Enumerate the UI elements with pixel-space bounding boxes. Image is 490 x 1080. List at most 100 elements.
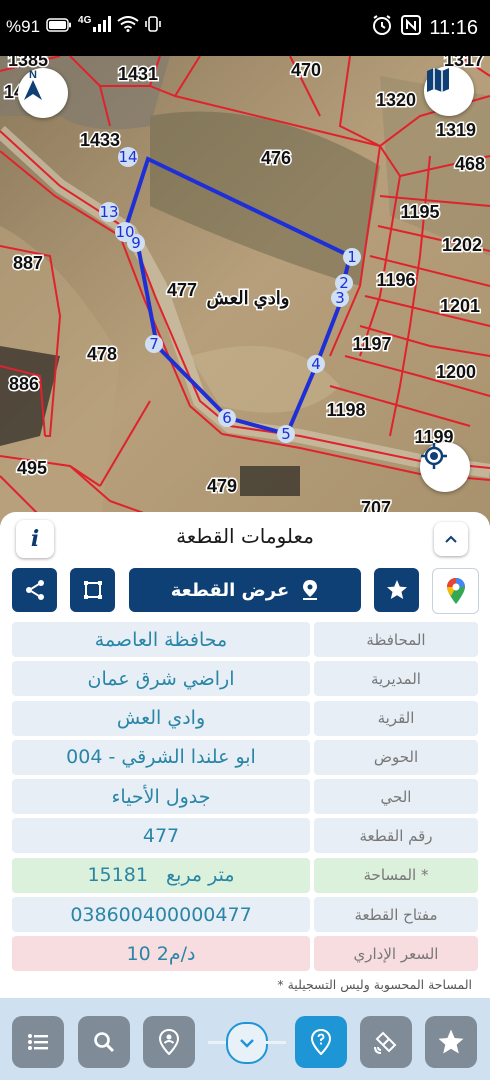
person-pin-icon (158, 1029, 180, 1055)
alarm-icon (371, 14, 393, 42)
search-icon (94, 1032, 115, 1053)
area-value: 15181 متر مربع (12, 857, 310, 893)
show-parcel-label: عرض القطعة (170, 579, 290, 601)
parcel-label: 1433 (80, 130, 120, 150)
parcel-label: 1197 (352, 334, 391, 354)
favorite-button[interactable] (374, 568, 419, 612)
parcel-label: 886 (9, 374, 39, 394)
bottom-toolbar (0, 998, 490, 1080)
list-icon (28, 1034, 48, 1050)
detail-row-governorate: محافظة العاصمة المحافظة (12, 622, 478, 657)
vertex-label: 13 (99, 203, 118, 221)
show-parcel-button[interactable]: عرض القطعة (129, 568, 361, 612)
area-footnote: * المساحة المحسوبة وليس التسجيلية (277, 977, 472, 992)
detail-row-basin: ابو علندا الشرقي - 004 الحوض (12, 739, 478, 775)
basin-value: ابو علندا الشرقي - 004 (12, 739, 310, 775)
divider (208, 1041, 226, 1044)
parcel-label: 478 (87, 344, 117, 364)
admin-price-value: 10 د/م2 (12, 936, 310, 972)
governorate-value: محافظة العاصمة (12, 622, 310, 657)
gps-target-icon (421, 443, 447, 469)
chevron-up-icon (445, 535, 457, 543)
vertex-label: 7 (149, 335, 159, 353)
parcel-label: 1195 (400, 202, 439, 222)
my-location-button[interactable] (420, 442, 470, 492)
vertex-label: 6 (222, 409, 232, 427)
detail-row-parcel-key: 038600400000477 مفتاح القطعة (12, 897, 478, 933)
parcel-label: 476 (261, 148, 291, 168)
home-star-icon (438, 1029, 464, 1054)
north-arrow-icon: N (24, 69, 42, 100)
map-layers-button[interactable] (424, 66, 474, 116)
nfc-icon (401, 15, 422, 41)
parcel-label: 1200 (436, 362, 476, 382)
battery-percent: %91 (6, 16, 41, 36)
admin-price-label: السعر الإداري (314, 936, 478, 972)
collapse-button[interactable] (434, 522, 468, 556)
parcel-label: 477 (167, 280, 197, 300)
detail-row-neighborhood: جدول الأحياء الحي (12, 779, 478, 815)
parcel-label: 1201 (440, 296, 480, 316)
expand-toggle-button[interactable] (226, 1022, 268, 1064)
search-button[interactable] (78, 1016, 130, 1068)
google-maps-button[interactable] (432, 568, 479, 614)
satellite-layer-button[interactable] (360, 1016, 412, 1068)
vertex-label: 1 (347, 248, 357, 266)
vertex-label: 3 (335, 289, 345, 307)
parcel-label: 1198 (326, 400, 365, 420)
nearby-button[interactable] (143, 1016, 195, 1068)
satellite-map[interactable]: 1 2 3 4 5 6 7 9 10 13 14 1385 14 1431 47… (0, 56, 490, 526)
help-pin-icon (310, 1029, 332, 1055)
directorate-label: المديرية (314, 661, 478, 697)
village-label: القرية (314, 700, 478, 736)
share-icon (25, 580, 44, 600)
clock: 11:16 (429, 16, 478, 39)
map-view[interactable]: 1 2 3 4 5 6 7 9 10 13 14 1385 14 1431 47… (0, 56, 490, 526)
satellite-icon (374, 1031, 397, 1054)
status-left: %91 4G (6, 15, 162, 37)
compass-button[interactable]: N (18, 68, 68, 118)
network-type: 4G (78, 15, 92, 26)
parcel-details-table: محافظة العاصمة المحافظة اراضي شرق عمان ا… (12, 622, 478, 976)
parcel-label: 495 (17, 458, 47, 478)
share-button[interactable] (12, 568, 57, 612)
chevron-down-icon (240, 1039, 254, 1048)
list-button[interactable] (12, 1016, 64, 1068)
vertex-label: 5 (281, 425, 291, 443)
area-label: المساحة * (314, 857, 478, 893)
battery-icon (46, 17, 72, 37)
neighborhood-value: جدول الأحياء (12, 779, 310, 815)
parcel-number-value: 477 (12, 818, 310, 854)
governorate-label: المحافظة (314, 622, 478, 657)
vibrate-icon (145, 16, 162, 37)
wifi-icon (117, 16, 139, 37)
status-right: 11:16 (371, 14, 478, 42)
parcel-label: 1431 (118, 64, 158, 84)
action-bar: عرض القطعة (0, 568, 490, 614)
parcel-label: 470 (291, 60, 321, 80)
parcel-label: 479 (207, 476, 237, 496)
parcel-info-panel: i معلومات القطعة عرض القطعة محافظة العاص… (0, 512, 490, 1080)
parcel-query-button[interactable] (295, 1016, 347, 1068)
directorate-value: اراضي شرق عمان (12, 661, 310, 697)
location-pin-icon (303, 580, 318, 600)
parcel-label: وادي العش (207, 288, 290, 309)
parcel-label: 1202 (442, 235, 482, 255)
vertex-label: 4 (311, 355, 321, 373)
star-icon (386, 580, 407, 599)
parcel-label: 887 (13, 253, 43, 273)
neighborhood-label: الحي (314, 779, 478, 815)
detail-row-parcel-number: 477 رقم القطعة (12, 818, 478, 854)
divider (266, 1041, 286, 1044)
parcel-label: 1320 (376, 90, 416, 110)
favorites-button[interactable] (425, 1016, 477, 1068)
detail-row-directorate: اراضي شرق عمان المديرية (12, 661, 478, 697)
detail-row-admin-price: 10 د/م2 السعر الإداري (12, 936, 478, 972)
crop-button[interactable] (70, 568, 115, 612)
village-value: وادي العش (12, 700, 310, 736)
basin-label: الحوض (314, 739, 478, 775)
signal-icon (93, 16, 112, 37)
vertex-label: 14 (118, 148, 137, 166)
google-maps-icon (446, 578, 465, 604)
parcel-label: 468 (455, 154, 485, 174)
